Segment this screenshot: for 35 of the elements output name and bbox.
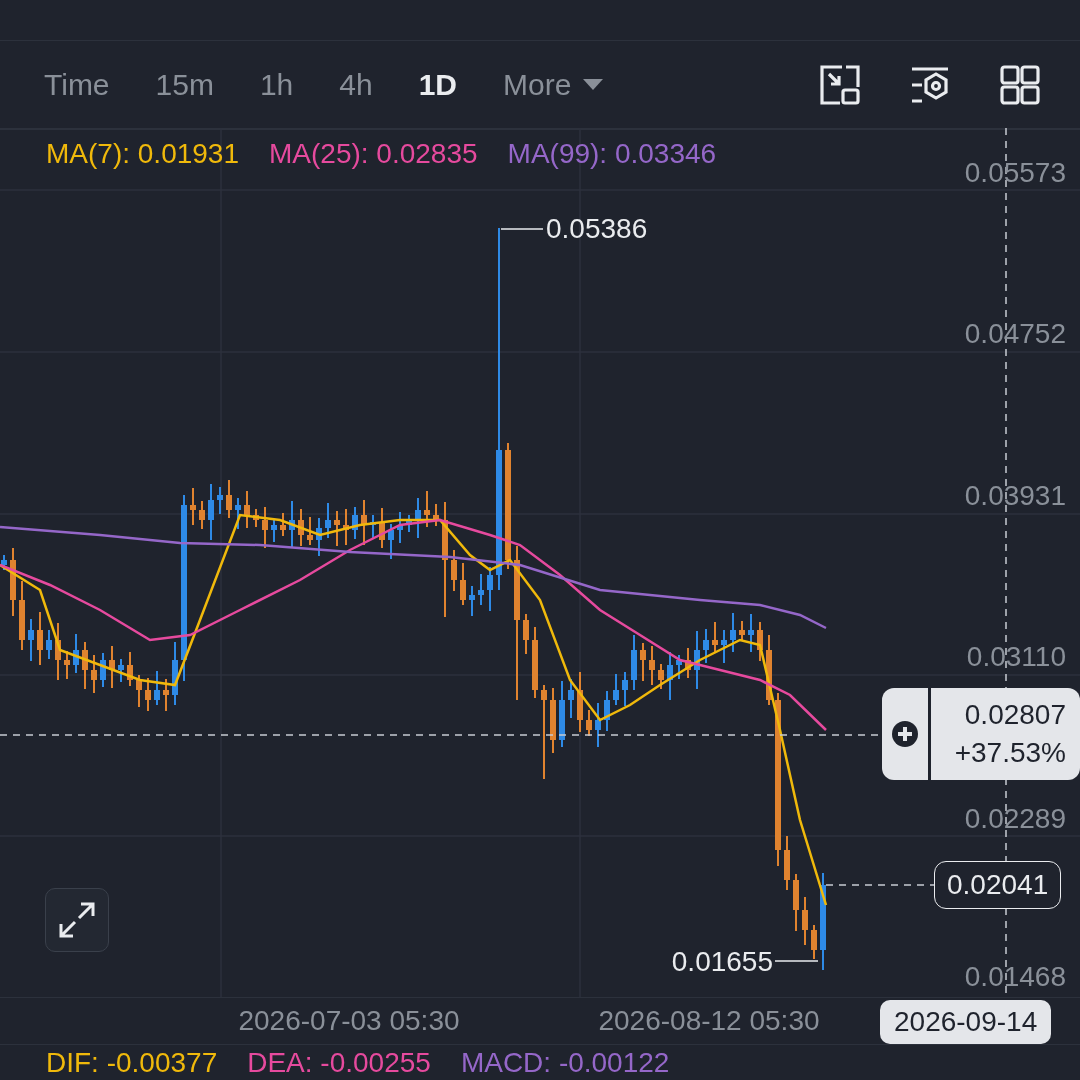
interval-tab[interactable]: 4h [339,67,373,102]
expand-icon [57,900,97,940]
expand-button[interactable] [45,888,109,952]
crosshair-date-label: 2026-09-14 [880,1000,1052,1044]
interval-tab[interactable]: Time [44,67,110,102]
time-axis-label: 2026-08-12 05:30 [598,1005,820,1037]
moving-average-label: MA(7): 0.01931 [46,138,239,170]
moving-average-label: MA(25): 0.02835 [269,138,478,170]
interval-tab[interactable]: 15m [155,67,214,102]
interval-tab[interactable]: 1D [418,67,458,102]
interval-tab[interactable]: 1h [259,67,294,102]
price-axis-label: 0.05573 [964,157,1066,189]
lines-diamond-icon[interactable] [910,64,950,105]
price-axis-label: 0.04752 [964,318,1066,350]
last-price-label: 0.02041 [934,861,1062,909]
moving-average-label: MA(99): 0.03346 [507,138,717,170]
window-arrow-icon[interactable] [820,64,860,105]
macd-legend-label: DEA: -0.00255 [247,1047,431,1079]
macd-legend-label: DIF: -0.00377 [46,1047,218,1079]
price-axis-label: 0.03110 [966,641,1066,673]
price-annotation: 0.05386 [546,213,648,245]
leader-line [774,960,819,962]
grid-icon[interactable] [1000,64,1040,105]
more-dropdown[interactable]: More [503,67,604,102]
add-icon[interactable] [891,720,919,748]
time-axis-label: 2026-07-03 05:30 [238,1005,460,1037]
leader-line [500,228,544,230]
price-axis-label: 0.03931 [964,480,1066,512]
price-annotation: 0.01655 [671,946,773,978]
caret-icon [583,78,604,91]
price-axis-label: 0.02289 [964,803,1066,835]
price-axis-label: 0.01468 [964,961,1066,993]
price-text: 0.02807 [964,698,1066,732]
macd-legend-label: MACD: -0.00122 [460,1047,670,1079]
price-change-text: +37.53% [954,736,1066,770]
